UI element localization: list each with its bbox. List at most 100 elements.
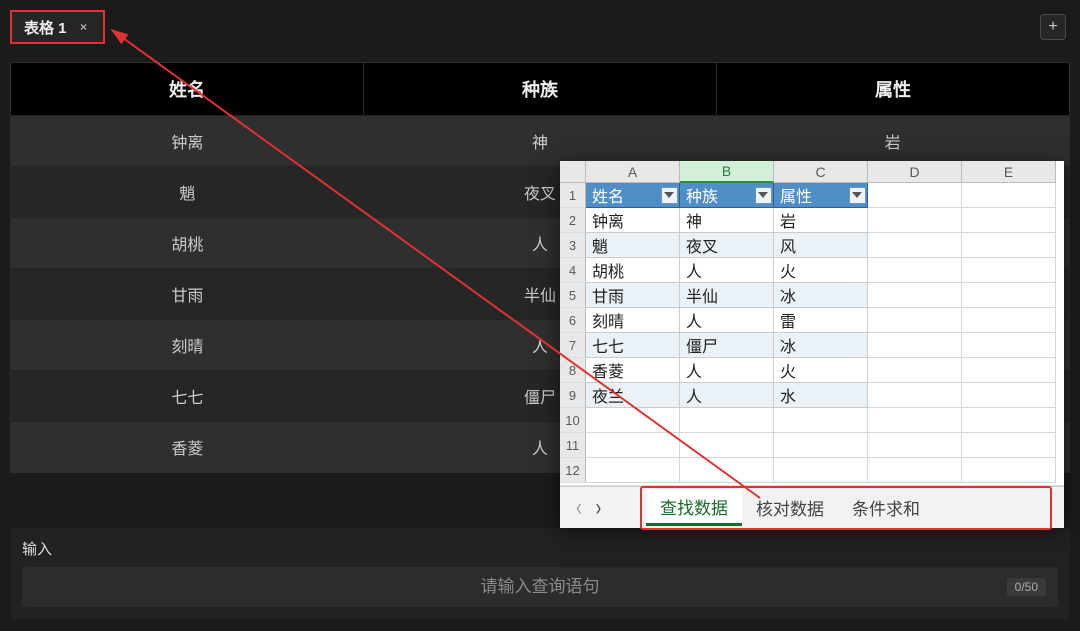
excel-rownum[interactable]: 6 [560, 308, 586, 333]
excel-grid: A B C D E 1姓名种族属性2钟离神岩3魈夜叉风4胡桃人火5甘雨半仙冰6刻… [560, 161, 1064, 486]
excel-rownum[interactable]: 2 [560, 208, 586, 233]
excel-cell[interactable] [774, 433, 868, 458]
excel-cell[interactable] [962, 458, 1056, 483]
close-icon[interactable]: × [77, 20, 91, 34]
excel-cell[interactable] [962, 208, 1056, 233]
excel-cell[interactable] [868, 308, 962, 333]
sheet-tab[interactable]: 核对数据 [742, 491, 838, 524]
excel-cell[interactable] [962, 183, 1056, 208]
excel-cell[interactable] [774, 458, 868, 483]
excel-cell[interactable]: 岩 [774, 208, 868, 233]
excel-cell[interactable]: 香菱 [586, 358, 680, 383]
excel-cell[interactable]: 人 [680, 258, 774, 283]
excel-cell[interactable] [680, 458, 774, 483]
excel-cell[interactable] [868, 283, 962, 308]
column-header: 姓名 [11, 63, 364, 115]
excel-rownum[interactable]: 1 [560, 183, 586, 208]
excel-cell[interactable] [962, 333, 1056, 358]
sheet-nav-next-icon[interactable]: › [596, 494, 602, 522]
excel-col-header[interactable]: E [962, 161, 1056, 183]
excel-col-header[interactable]: D [868, 161, 962, 183]
excel-cell[interactable]: 风 [774, 233, 868, 258]
query-input[interactable] [22, 577, 1058, 597]
excel-cell[interactable] [868, 333, 962, 358]
excel-cell[interactable] [868, 383, 962, 408]
excel-cell[interactable]: 夜兰 [586, 383, 680, 408]
input-label: 输入 [22, 538, 1058, 559]
tab-active[interactable]: 表格 1 × [10, 10, 105, 44]
excel-cell[interactable] [868, 233, 962, 258]
excel-row: 4胡桃人火 [560, 258, 1064, 283]
excel-cell[interactable]: 钟离 [586, 208, 680, 233]
table-cell: 刻晴 [11, 320, 364, 370]
add-tab-button[interactable]: + [1040, 14, 1066, 40]
table-cell: 岩 [716, 116, 1069, 166]
excel-cell[interactable]: 雷 [774, 308, 868, 333]
excel-cell[interactable]: 火 [774, 358, 868, 383]
table-row[interactable]: 钟离神岩 [11, 115, 1069, 166]
excel-col-header[interactable]: B [680, 161, 774, 183]
excel-cell[interactable] [868, 408, 962, 433]
excel-col-header[interactable]: A [586, 161, 680, 183]
table-cell: 七七 [11, 371, 364, 421]
excel-cell[interactable] [868, 208, 962, 233]
excel-cell[interactable] [868, 258, 962, 283]
excel-cell[interactable] [680, 433, 774, 458]
excel-rownum[interactable]: 8 [560, 358, 586, 383]
excel-cell[interactable] [586, 408, 680, 433]
excel-cell[interactable]: 姓名 [586, 183, 680, 208]
excel-cell[interactable] [868, 433, 962, 458]
excel-cell[interactable] [962, 283, 1056, 308]
excel-cell[interactable]: 水 [774, 383, 868, 408]
excel-cell[interactable]: 半仙 [680, 283, 774, 308]
excel-cell[interactable]: 僵尸 [680, 333, 774, 358]
excel-rownum[interactable]: 4 [560, 258, 586, 283]
excel-cell[interactable]: 人 [680, 358, 774, 383]
excel-cell[interactable]: 夜叉 [680, 233, 774, 258]
excel-cell[interactable]: 属性 [774, 183, 868, 208]
excel-cell[interactable] [962, 433, 1056, 458]
excel-rownum[interactable]: 9 [560, 383, 586, 408]
sheet-tabs: 查找数据核对数据条件求和 [640, 486, 1052, 530]
excel-cell[interactable]: 冰 [774, 283, 868, 308]
excel-rownum[interactable]: 11 [560, 433, 586, 458]
excel-cell[interactable] [962, 408, 1056, 433]
excel-cell[interactable]: 人 [680, 308, 774, 333]
excel-cell[interactable] [962, 383, 1056, 408]
excel-rownum[interactable]: 12 [560, 458, 586, 483]
excel-cell[interactable] [680, 408, 774, 433]
excel-select-all-corner[interactable] [560, 161, 586, 183]
sheet-nav-prev-icon[interactable]: ‹ [576, 494, 582, 522]
excel-cell[interactable] [962, 308, 1056, 333]
excel-cell[interactable] [868, 183, 962, 208]
excel-cell[interactable]: 七七 [586, 333, 680, 358]
sheet-tab[interactable]: 查找数据 [646, 490, 742, 526]
excel-row: 2钟离神岩 [560, 208, 1064, 233]
sheet-tab[interactable]: 条件求和 [838, 491, 934, 524]
excel-cell[interactable] [586, 433, 680, 458]
excel-cell[interactable] [774, 408, 868, 433]
excel-rownum[interactable]: 7 [560, 333, 586, 358]
excel-cell[interactable]: 胡桃 [586, 258, 680, 283]
excel-cell[interactable]: 刻晴 [586, 308, 680, 333]
excel-cell[interactable]: 火 [774, 258, 868, 283]
excel-cell[interactable] [962, 358, 1056, 383]
excel-rownum[interactable]: 3 [560, 233, 586, 258]
excel-cell[interactable]: 种族 [680, 183, 774, 208]
excel-rownum[interactable]: 5 [560, 283, 586, 308]
tab-bar: 表格 1 × [10, 10, 105, 44]
excel-cell[interactable] [586, 458, 680, 483]
excel-col-header[interactable]: C [774, 161, 868, 183]
excel-cell[interactable] [868, 358, 962, 383]
excel-cell[interactable]: 冰 [774, 333, 868, 358]
excel-cell[interactable] [962, 258, 1056, 283]
excel-row: 10 [560, 408, 1064, 433]
excel-cell[interactable]: 甘雨 [586, 283, 680, 308]
excel-cell[interactable]: 人 [680, 383, 774, 408]
excel-cell[interactable]: 魈 [586, 233, 680, 258]
excel-row: 11 [560, 433, 1064, 458]
excel-rownum[interactable]: 10 [560, 408, 586, 433]
excel-cell[interactable] [962, 233, 1056, 258]
excel-cell[interactable]: 神 [680, 208, 774, 233]
excel-cell[interactable] [868, 458, 962, 483]
